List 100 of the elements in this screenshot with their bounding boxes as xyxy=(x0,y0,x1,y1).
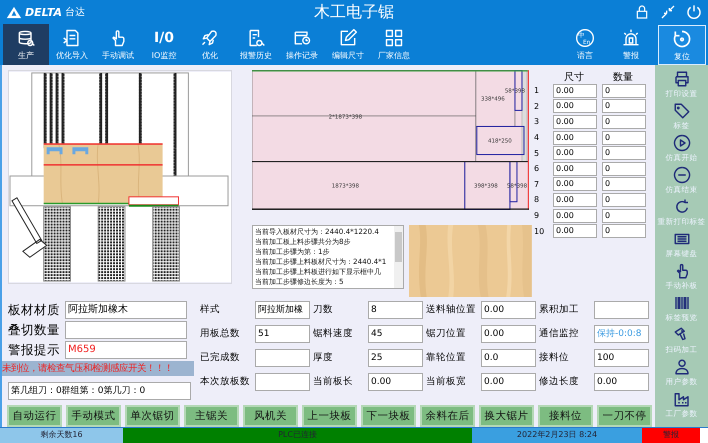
input-field[interactable] xyxy=(65,321,187,340)
field-label: 锯料速度 xyxy=(313,327,354,342)
field-label: 样式 xyxy=(200,303,221,318)
input-field[interactable]: 100 xyxy=(594,349,649,368)
knife-info-field: 第几组刀：0群组第：0第几刀：0 xyxy=(8,382,191,400)
field-label: 刀数 xyxy=(313,303,334,318)
input-field[interactable]: 25 xyxy=(368,349,423,368)
nav-tab[interactable]: 操作记录 xyxy=(279,24,325,65)
input-field[interactable]: 0.00 xyxy=(481,301,536,320)
size-field[interactable]: 0.00 xyxy=(553,208,597,223)
input-field[interactable]: 8 xyxy=(368,301,423,320)
quantity-field[interactable]: 0 xyxy=(602,146,646,160)
input-field[interactable]: 阿拉斯加橡 xyxy=(255,301,310,320)
column-header: 数量 xyxy=(612,70,634,84)
quantity-field[interactable]: 0 xyxy=(602,224,646,238)
quantity-field[interactable]: 0 xyxy=(602,84,646,98)
quantity-field[interactable]: 0 xyxy=(602,177,646,192)
field-label: 锯刀位置 xyxy=(426,327,467,342)
input-field[interactable] xyxy=(255,349,310,368)
scrollbar[interactable] xyxy=(394,226,404,288)
nav-tab[interactable]: 编辑尺寸 xyxy=(325,24,371,65)
io-glyph: I/0 xyxy=(154,29,174,48)
size-field[interactable]: 0.00 xyxy=(553,192,597,207)
quantity-field[interactable]: 0 xyxy=(602,208,646,223)
nav-tab[interactable]: 生产 xyxy=(3,24,49,65)
field-label: 已完成数 xyxy=(200,351,241,366)
input-field[interactable]: M659 xyxy=(65,341,187,360)
reset-icon xyxy=(672,28,692,48)
user-icon xyxy=(672,358,691,376)
action-button[interactable]: 单次锯切 xyxy=(125,405,180,427)
input-field[interactable] xyxy=(594,301,649,320)
field-label: 当前板宽 xyxy=(426,375,467,390)
input-field[interactable]: 阿拉斯加橡木 xyxy=(65,301,187,320)
nav-tab[interactable]: I/0 IO监控 xyxy=(141,24,187,65)
triangle-logo-icon xyxy=(6,6,22,18)
row-number: 1 xyxy=(534,86,540,96)
nav-tab[interactable]: 优化导入 xyxy=(49,24,95,65)
action-button[interactable]: 下一块板 xyxy=(361,405,416,427)
play-icon xyxy=(672,134,691,152)
size-field[interactable]: 0.00 xyxy=(553,177,597,192)
input-field[interactable]: 0.00 xyxy=(368,373,423,392)
action-button[interactable]: 风机关 xyxy=(243,405,298,427)
quantity-field[interactable]: 0 xyxy=(602,114,646,129)
collapse-icon[interactable] xyxy=(660,4,676,20)
nav-tab[interactable]: 报警历史 xyxy=(233,24,279,65)
row-number: 6 xyxy=(534,164,540,174)
database-icon xyxy=(16,28,36,48)
input-field[interactable]: 0.00 xyxy=(481,373,536,392)
field-label: 累积加工 xyxy=(539,303,580,318)
row-number: 3 xyxy=(534,117,540,126)
logo-text: DELTA xyxy=(25,6,62,18)
action-button[interactable]: 一刀不停 xyxy=(597,405,652,427)
action-button[interactable]: 主锯关 xyxy=(184,405,239,427)
size-field[interactable]: 0.00 xyxy=(553,130,597,145)
size-field[interactable]: 0.00 xyxy=(553,84,597,98)
edit-icon xyxy=(338,28,358,48)
tag-icon xyxy=(672,102,691,120)
action-button[interactable]: 接料位 xyxy=(538,405,593,427)
power-icon[interactable] xyxy=(686,4,702,20)
tool-tab[interactable]: 警报 xyxy=(608,24,654,65)
quantity-field[interactable]: 0 xyxy=(602,162,646,176)
field-label: 通信监控 xyxy=(539,327,580,342)
alarm-message: 未到位，请检查气压和检测感应开关！！！ xyxy=(2,361,194,376)
input-field[interactable]: 0.0 xyxy=(481,349,536,368)
row-number: 8 xyxy=(534,195,540,204)
action-button[interactable]: 自动运行 xyxy=(7,405,62,427)
field-label: 警报提示 xyxy=(8,342,61,359)
quantity-field[interactable]: 0 xyxy=(602,99,646,114)
printer-icon xyxy=(672,70,691,88)
action-button[interactable]: 余料在后 xyxy=(420,405,475,427)
nav-tab[interactable]: 优化 xyxy=(187,24,233,65)
field-label: 送料轴位置 xyxy=(426,303,477,318)
input-field[interactable]: 51 xyxy=(255,325,310,344)
input-field[interactable]: 0.00 xyxy=(481,325,536,344)
action-button[interactable]: 上一块板 xyxy=(302,405,357,427)
action-button[interactable]: 手动模式 xyxy=(66,405,121,427)
input-field[interactable] xyxy=(255,373,310,392)
row-number: 9 xyxy=(534,211,540,220)
siren-icon xyxy=(621,28,641,48)
lock-icon[interactable] xyxy=(634,4,650,20)
nav-tab[interactable]: 手动调试 xyxy=(95,24,141,65)
action-button[interactable]: 换大锯片 xyxy=(479,405,534,427)
field-label: 厚度 xyxy=(313,351,334,366)
reset-button[interactable]: 复位 xyxy=(658,25,706,65)
size-field[interactable]: 0.00 xyxy=(553,146,597,160)
size-field[interactable]: 0.00 xyxy=(553,114,597,129)
row-number: 7 xyxy=(534,180,540,189)
size-field[interactable]: 0.00 xyxy=(553,99,597,114)
field-label: 本次放板数 xyxy=(200,375,251,390)
quantity-field[interactable]: 0 xyxy=(602,130,646,145)
nav-tab[interactable]: 厂家信息 xyxy=(371,24,417,65)
field-label: 接料位 xyxy=(539,351,570,366)
field-label: 用板总数 xyxy=(200,327,241,342)
size-field[interactable]: 0.00 xyxy=(553,224,597,238)
logo-text: 台达 xyxy=(65,6,85,19)
field-label: 叠切数量 xyxy=(8,322,61,339)
size-field[interactable]: 0.00 xyxy=(553,162,597,176)
quantity-field[interactable]: 0 xyxy=(602,192,646,207)
input-field[interactable]: 0.00 xyxy=(594,373,649,392)
input-field[interactable]: 45 xyxy=(368,325,423,344)
